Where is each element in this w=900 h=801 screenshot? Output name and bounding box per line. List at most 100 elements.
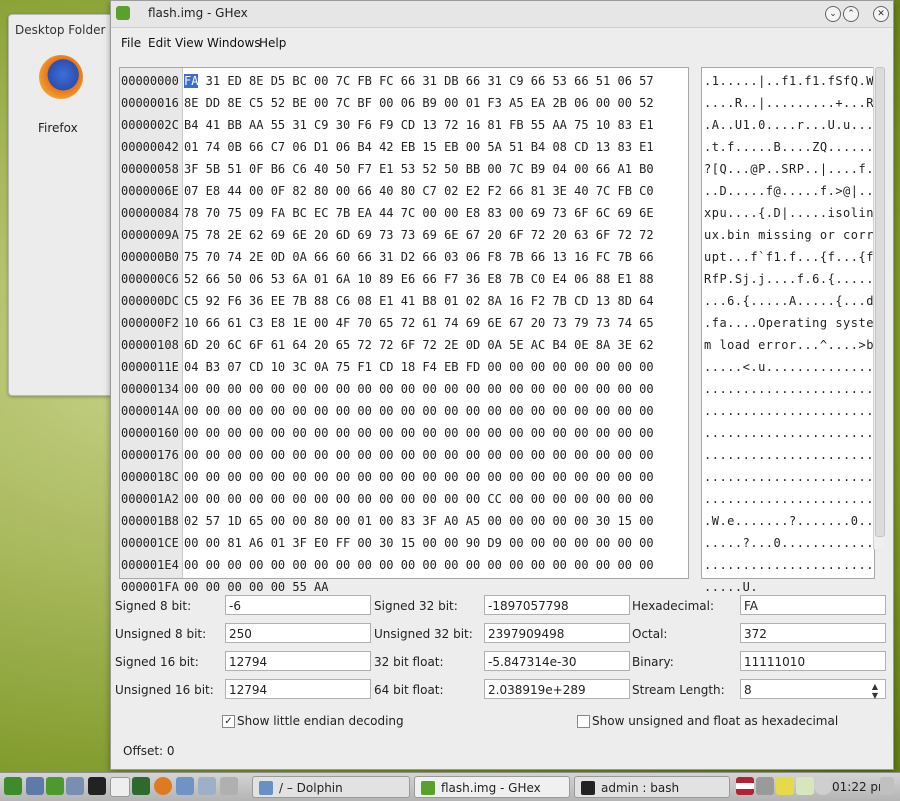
hex-row[interactable]: C5 92 F6 36 EE 7B 88 C6 08 E1 41 B8 01 0… [184,290,654,312]
ascii-row[interactable]: m load error...^....>b [704,334,874,356]
ascii-row[interactable]: ...................... [704,444,874,466]
ascii-row[interactable]: RfP.Sj.j....f.6.{..... [704,268,874,290]
network-icon[interactable] [176,777,194,795]
hex-row[interactable]: 00 00 00 00 00 00 00 00 00 00 00 00 00 0… [184,400,654,422]
hex-row[interactable]: 8E DD 8E C5 52 BE 00 7C BF 00 06 B9 00 0… [184,92,654,114]
hex-row[interactable]: 00 00 81 A6 01 3F E0 FF 00 30 15 00 00 9… [184,532,654,554]
show-desktop-icon[interactable] [26,777,44,795]
scrollbar-thumb[interactable] [875,67,885,537]
hexadecimal-field[interactable]: FA [740,595,886,615]
ascii-row[interactable]: .1.....|..f1.f1.fSfQ.W [704,70,874,92]
clipboard-icon[interactable] [776,777,794,795]
panel-toolbox-icon[interactable] [880,777,894,795]
ascii-row[interactable]: .t.f.....B....ZQ...... [704,136,874,158]
ascii-row[interactable]: ...6.{.....A.....{...d [704,290,874,312]
hex-row[interactable]: FA 31 ED 8E D5 BC 00 7C FB FC 66 31 DB 6… [184,70,654,92]
stream-length-field[interactable]: 8 [740,679,886,699]
unsigned16-field[interactable]: 12794 [225,679,371,699]
hex-row[interactable]: 02 57 1D 65 00 00 80 00 01 00 83 3F A0 A… [184,510,654,532]
ascii-row[interactable]: .W.e.......?.......0.. [704,510,874,532]
hex-row[interactable]: 52 66 50 06 53 6A 01 6A 10 89 E6 66 F7 3… [184,268,654,290]
notes-icon[interactable] [796,777,814,795]
ascii-row[interactable]: ...................... [704,488,874,510]
firefox-icon[interactable] [39,55,83,99]
hex-row[interactable]: 10 66 61 C3 E8 1E 00 4F 70 65 72 61 74 6… [184,312,654,334]
hex-row[interactable]: 78 70 75 09 FA BC EC 7B EA 44 7C 00 00 E… [184,202,654,224]
unsigned8-field[interactable]: 250 [225,623,371,643]
offset-status: Offset: 0 [123,744,175,758]
task-ghex[interactable]: flash.img - GHex [414,776,570,798]
ascii-row[interactable]: .....?...0............ [704,532,874,554]
ascii-row[interactable]: ...................... [704,554,874,576]
hex-row[interactable]: 07 E8 44 00 0F 82 80 00 66 40 80 C7 02 E… [184,180,654,202]
task-ghex-label: flash.img - GHex [441,781,541,795]
hex-row[interactable]: 00 00 00 00 00 00 00 00 00 00 00 00 00 0… [184,378,654,400]
terminal-icon[interactable] [88,777,106,795]
task-bash[interactable]: admin : bash [574,776,730,798]
calculator-icon[interactable] [198,777,216,795]
ascii-row[interactable]: ...................... [704,400,874,422]
menu-help[interactable]: Help [259,36,286,50]
vertical-scrollbar[interactable] [873,67,885,549]
stream-length-spinner-icon[interactable]: ▲ ▼ [869,682,881,700]
ascii-row[interactable]: ..D.....f@.....f.>@|.. [704,180,874,202]
signed32-field[interactable]: -1897057798 [484,595,630,615]
ascii-pane[interactable]: .1.....|..f1.f1.fSfQ.W ....R..|.........+… [701,67,875,594]
menu-edit[interactable]: Edit [148,36,171,50]
hex-row[interactable]: 00 00 00 00 00 00 00 00 00 00 00 00 00 0… [184,466,654,488]
ascii-row[interactable]: ...................... [704,466,874,488]
ascii-row[interactable]: ux.bin missing or corr [704,224,874,246]
ascii-row[interactable]: upt...f`f1.f...{f...{f [704,246,874,268]
signed16-field[interactable]: 12794 [225,651,371,671]
menu-view[interactable]: View [175,36,203,50]
window-titlebar[interactable]: flash.img - GHex ⌄ ⌃ ✕ [111,1,893,28]
text-editor-icon[interactable] [110,777,130,797]
octal-field[interactable]: 372 [740,623,886,643]
hex-row[interactable]: 00 00 00 00 00 00 00 00 00 00 00 00 00 0… [184,488,654,510]
firefox-label[interactable]: Firefox [38,121,78,135]
ascii-row[interactable]: .A..U1.0....r...U.u... [704,114,874,136]
menu-windows[interactable]: Windows [207,36,261,50]
hex-cursor-byte[interactable]: FA [184,74,199,88]
ascii-row[interactable]: ...................... [704,422,874,444]
trash-icon[interactable] [66,777,84,795]
little-endian-checkbox[interactable]: ✓ [222,715,235,728]
volume-icon[interactable] [756,777,774,795]
keyboard-layout-flag-icon[interactable] [736,777,754,795]
float32-field[interactable]: -5.847314e-30 [484,651,630,671]
ascii-row[interactable]: xpu....{.D|.....isolin [704,202,874,224]
hex-row[interactable]: 00 00 00 00 00 00 00 00 00 00 00 00 00 0… [184,554,654,576]
ascii-row[interactable]: .....<.u.............. [704,356,874,378]
hex-row[interactable]: 00 00 00 00 00 00 00 00 00 00 00 00 00 0… [184,444,654,466]
maximize-chevron-icon[interactable]: ⌃ [843,6,859,22]
unsigned-hex-checkbox[interactable] [577,715,590,728]
ascii-row[interactable]: ...................... [704,378,874,400]
firefox-taskbar-icon[interactable] [154,777,172,795]
binary-field[interactable]: 11111010 [740,651,886,671]
float64-field[interactable]: 2.038919e+289 [484,679,630,699]
ascii-row[interactable]: .fa....Operating syste [704,312,874,334]
desktop-pager-icon[interactable] [220,777,238,795]
unsigned32-field[interactable]: 2397909498 [484,623,630,643]
signed8-field[interactable]: -6 [225,595,371,615]
hex-row[interactable]: 75 78 2E 62 69 6E 20 6D 69 73 73 69 6E 6… [184,224,654,246]
close-icon[interactable]: ✕ [873,6,889,22]
hex-row[interactable]: 3F 5B 51 0F B6 C6 40 50 F7 E1 53 52 50 B… [184,158,654,180]
hex-pane[interactable]: 00000000 00000016 0000002C 00000042 00000058… [119,67,689,594]
ascii-row[interactable]: ?[Q...@P..SRP..|....f. [704,158,874,180]
system-monitor-icon[interactable] [132,777,150,795]
hex-row[interactable]: 6D 20 6C 6F 61 64 20 65 72 72 6F 72 2E 0… [184,334,654,356]
hex-row[interactable]: 00 00 00 00 00 00 00 00 00 00 00 00 00 0… [184,422,654,444]
hex-row[interactable]: B4 41 BB AA 55 31 C9 30 F6 F9 CD 13 72 1… [184,114,654,136]
minimize-chevron-icon[interactable]: ⌄ [825,6,841,22]
hex-row[interactable]: 01 74 0B 66 C7 06 D1 06 B4 42 EB 15 EB 0… [184,136,654,158]
menu-file[interactable]: File [121,36,141,50]
ascii-row[interactable]: ....R..|.........+...R [704,92,874,114]
home-icon[interactable] [46,777,64,795]
hex-row[interactable]: 04 B3 07 CD 10 3C 0A 75 F1 CD 18 F4 EB F… [184,356,654,378]
kde-menu-icon[interactable] [4,777,22,795]
info-icon[interactable] [814,777,832,795]
hex-row[interactable]: 75 70 74 2E 0D 0A 66 60 66 31 D2 66 03 0… [184,246,654,268]
offset-cell: 0000011E [121,360,179,374]
task-dolphin[interactable]: / – Dolphin [252,776,410,798]
